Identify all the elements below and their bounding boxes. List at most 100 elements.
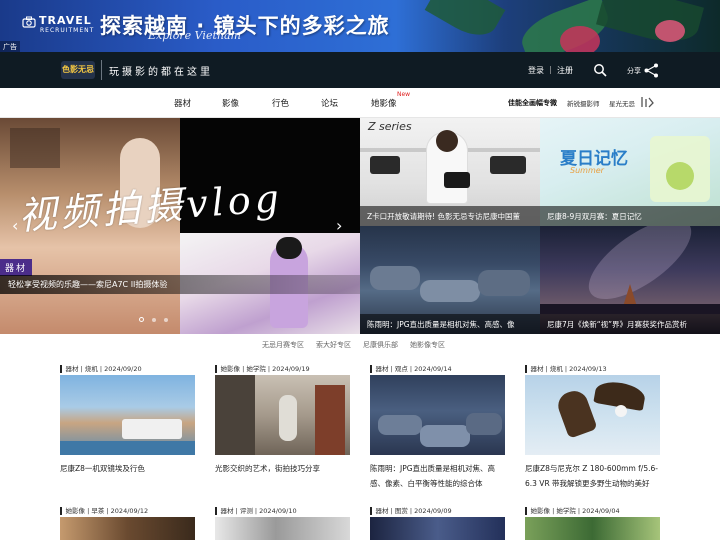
card-meta: 器材 | 图赏 | 2024/09/09 [370,505,452,515]
travel-brand-sub: RECRUITMENT [40,27,95,34]
main-nav: 器材 影像 行色 论坛 她影像 New 佳能全画幅专微 新锐摄影师 星光无忌 [0,88,720,118]
login-link[interactable]: 登录 [528,65,544,76]
site-slogan: 玩摄影的都在这里 [109,67,213,78]
feature-tile[interactable]: 陈雨明：JPG直出质量是相机对焦、高感、像 [360,226,540,334]
person-shape [279,395,297,441]
tile-overlay-text: Z series [368,120,412,133]
card-thumbnail[interactable] [370,517,505,540]
card-tag[interactable]: 器材 [221,507,234,515]
feature-tile[interactable]: 尼康7月《焕新“视”界》月赛获奖作品赏析 [540,226,720,334]
card-tag[interactable]: 她学院 [246,365,266,373]
card-date: 2024/09/19 [272,365,310,373]
hero-category-tag: 器材 [0,259,33,276]
card-meta: 器材 | 观点 | 2024/09/14 [370,363,452,373]
sub-nav-nikon-club[interactable]: 尼康俱乐部 [363,340,398,350]
card-tag[interactable]: 图赏 [395,507,408,515]
rock-shape [466,413,502,435]
card-tag[interactable]: 器材 [376,365,389,373]
card-thumbnail[interactable] [215,517,350,540]
card-tag[interactable]: 她学院 [556,507,576,515]
card-thumbnail[interactable] [60,375,195,455]
nav-item-imaging[interactable]: 影像 [222,97,239,109]
nav-item-gear[interactable]: 器材 [174,97,191,109]
tile-caption[interactable]: Z卡口开放敬请期待! 色影无忌专访尼康中国董 [367,211,537,222]
card-tag[interactable]: 烧机 [550,365,563,373]
card-thumbnail[interactable] [525,517,660,540]
lime-shape [666,162,694,190]
slider-dot[interactable] [139,317,144,322]
tile-caption[interactable]: 陈雨明：JPG直出质量是相机对焦、高感、像 [367,319,537,330]
search-icon[interactable] [593,63,607,77]
nav-promo-canon[interactable]: 佳能全画幅专微 [508,98,557,108]
tile-caption-bar: 尼康8-9月双月赛：夏日记忆 [540,206,720,226]
card-tag[interactable]: 她影像 [531,507,551,515]
sub-nav-contest[interactable]: 无忌月赛专区 [262,340,304,350]
leaf-decoration [424,0,506,45]
card-thumbnail[interactable] [215,375,350,455]
card-date: 2024/09/13 [569,365,607,373]
card-tag[interactable]: 观点 [395,365,408,373]
card-tag[interactable]: 早茶 [91,507,104,515]
card-thumbnail[interactable] [525,375,660,455]
card-date: 2024/09/14 [414,365,452,373]
ad-label: 广告 [0,41,20,52]
rock-shape [420,425,470,447]
card-title[interactable]: 光影交织的艺术，街拍技巧分享 [215,461,353,476]
travel-brand-name: TRAVEL [39,14,92,27]
tile-caption-bar: Z卡口开放敬请期待! 色影无忌专访尼康中国董 [360,206,540,226]
site-logo[interactable]: 色影无忌 [61,61,95,79]
rock-shape [478,270,530,296]
tile-overlay-sub: Summer [570,166,604,175]
card-tag[interactable]: 器材 [66,365,79,373]
card-tag[interactable]: 烧机 [85,365,98,373]
banner-title: 探索越南 · 镜头下的多彩之旅 [100,14,390,38]
hero-caption[interactable]: 轻松享受视频的乐趣——索尼A7C II拍摄体验 [8,279,167,290]
tile-caption-bar: 尼康7月《焕新“视”界》月赛获奖作品赏析 [540,314,720,334]
card-title[interactable]: 尼康Z8一机双镜埃及行色 [60,461,198,476]
rock-shape [420,280,480,302]
feature-tile[interactable]: 夏日记忆 Summer 尼康8-9月双月赛：夏日记忆 [540,118,720,226]
banner-subtitle: Explore Vietnam [148,29,241,42]
card-tag[interactable]: 器材 [376,507,389,515]
hero-caption-bar[interactable]: 轻松享受视频的乐趣——索尼A7C II拍摄体验 [0,275,360,294]
sub-nav-her-imaging[interactable]: 她影像专区 [410,340,445,350]
nav-item-travel[interactable]: 行色 [272,97,289,109]
rock-shape [370,266,420,290]
sub-nav-sony[interactable]: 索大好专区 [316,340,351,350]
register-link[interactable]: 注册 [557,65,573,76]
share-label[interactable]: 分享 [627,66,641,76]
card-tag[interactable]: 器材 [531,365,544,373]
tile-caption[interactable]: 尼康8-9月双月赛：夏日记忆 [547,211,717,222]
tile-caption[interactable]: 尼康7月《焕新“视”界》月赛获奖作品赏析 [547,319,717,330]
camera-shape [444,172,470,188]
card-title[interactable]: 尼康Z8与尼克尔 Z 180-600mm f/5.6-6.3 VR 带我解锁更多… [525,461,663,491]
slider-dot[interactable] [152,318,156,322]
ground-shape [540,304,720,314]
nav-item-her-imaging[interactable]: 她影像 [371,97,397,109]
nav-promo-photographer[interactable]: 新锐摄影师 [567,98,600,108]
card-thumbnail[interactable] [370,375,505,455]
sub-nav: 无忌月赛专区 索大好专区 尼康俱乐部 她影像专区 [0,334,720,354]
card-tag[interactable]: 她影像 [66,507,86,515]
card-meta: 器材 | 烧机 | 2024/09/13 [525,363,607,373]
slider-next-icon[interactable]: › [336,216,342,235]
wall-shape [215,375,255,455]
card-date: 2024/09/20 [104,365,142,373]
card-tag[interactable]: 她影像 [221,365,241,373]
camera-icon [22,16,36,28]
card-tag[interactable]: 评测 [240,507,253,515]
head-shape [436,130,458,152]
slider-prev-icon[interactable]: ‹ [12,216,18,235]
nav-promo-starlight[interactable]: 星光无忌 [609,98,635,108]
card-thumbnail[interactable] [60,517,195,540]
nav-item-forum[interactable]: 论坛 [321,97,338,109]
share-icon[interactable] [643,62,660,79]
slider-dot[interactable] [164,318,168,322]
logo-divider [101,60,102,80]
card-title[interactable]: 陈雨明：JPG直出质量是相机对焦、高感、像素、白平衡等性能的综合体 [370,461,508,491]
hero-slider[interactable]: 视频拍摄vlog 器材 轻松享受视频的乐趣——索尼A7C II拍摄体验 ‹ › [0,118,360,334]
hair-shape [276,237,302,259]
partner-logo-icon[interactable] [638,94,656,112]
ad-banner[interactable]: TRAVEL RECRUITMENT 探索越南 · 镜头下的多彩之旅 Explo… [0,0,720,52]
feature-tile[interactable]: Z series Z卡口开放敬请期待! 色影无忌专访尼康中国董 [360,118,540,226]
